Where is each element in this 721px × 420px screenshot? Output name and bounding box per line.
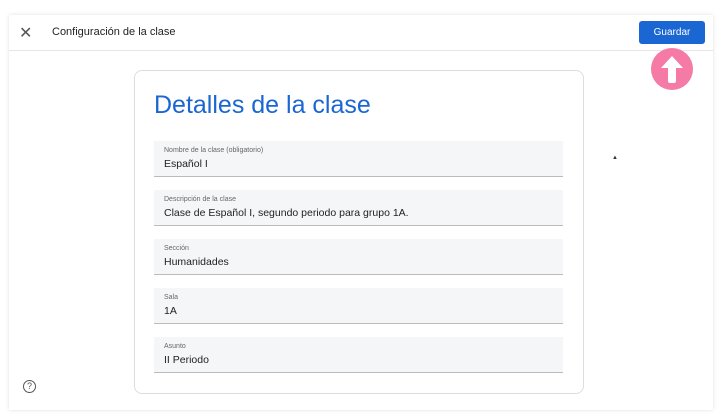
save-button[interactable]: Guardar [639, 21, 705, 44]
field-value: Español I [164, 158, 208, 170]
field-value: Clase de Español I, segundo periodo para… [164, 207, 409, 219]
field-value: Humanidades [164, 256, 229, 268]
field-value: II Periodo [164, 354, 209, 366]
mouse-cursor-icon: ▲ [612, 155, 618, 161]
subject-field[interactable]: Asunto II Periodo [154, 337, 563, 373]
room-field[interactable]: Sala 1A [154, 288, 563, 324]
field-label: Asunto [164, 343, 186, 350]
section-field[interactable]: Sección Humanidades [154, 239, 563, 275]
field-label: Sección [164, 245, 189, 252]
page-title: Configuración de la clase [52, 26, 176, 38]
field-label: Sala [164, 294, 179, 301]
field-value: 1A [164, 305, 177, 317]
close-icon[interactable]: ✕ [19, 23, 32, 43]
arrow-up-icon [651, 48, 693, 90]
top-bar: ✕ Configuración de la clase Guardar [9, 15, 713, 51]
field-label: Nombre de la clase (obligatorio) [164, 147, 264, 154]
section-heading: Detalles de la clase [154, 91, 371, 119]
help-icon[interactable]: ? [23, 380, 36, 393]
class-details-card: Detalles de la clase Nombre de la clase … [134, 70, 584, 394]
class-name-field[interactable]: Nombre de la clase (obligatorio) Español … [154, 141, 563, 177]
field-label: Descripción de la clase [164, 196, 236, 203]
description-field[interactable]: Descripción de la clase Clase de Español … [154, 190, 563, 226]
